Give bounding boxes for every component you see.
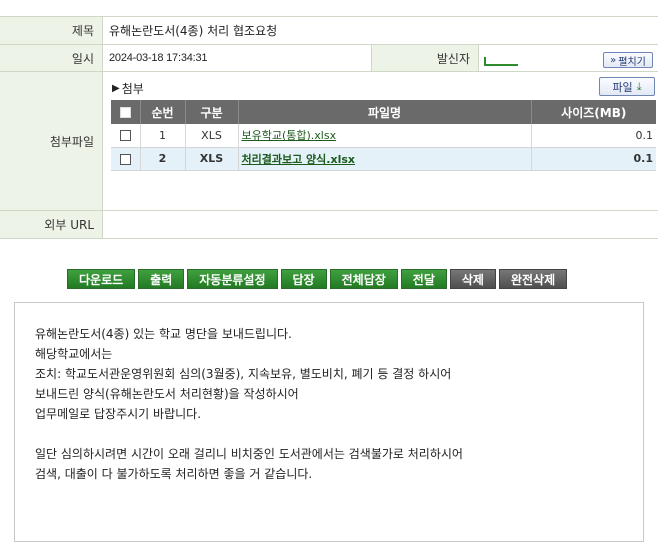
datetime-label: 일시: [0, 45, 103, 71]
external-url-value: [104, 211, 658, 238]
table-row: 2 XLS 처리결과보고 양식.xlsx 0.1: [111, 147, 656, 171]
action-bar: 다운로드 출력 자동분류설정 답장 전체답장 전달 삭제 완전삭제: [67, 269, 568, 289]
row-no: 1: [140, 124, 186, 148]
body-line: 보내드린 양식(유해논란도서 처리현황)을 작성하시어: [35, 387, 299, 401]
attachments-row: 첨부파일 ▶ 첨부 파일 ⤓ 순번 구분 파일명 사이즈(MB) 1 XLS 보…: [0, 72, 658, 211]
triangle-right-icon: ▶: [112, 83, 120, 94]
print-button[interactable]: 출력: [138, 269, 185, 289]
delete-button[interactable]: 삭제: [449, 269, 496, 289]
attachments-table: 순번 구분 파일명 사이즈(MB) 1 XLS 보유학교(통합).xlsx 0.…: [111, 100, 656, 171]
body-line: 일단 심의하시려면 시간이 오래 걸리니 비치중인 도서관에서는 검색불가로 처…: [35, 447, 463, 461]
download-button[interactable]: 다운로드: [67, 269, 136, 289]
body-line: 해당학교에서는: [35, 347, 113, 361]
reply-all-button[interactable]: 전체답장: [329, 269, 398, 289]
subject-value: 유해논란도서(4종) 처리 협조요청: [109, 24, 278, 38]
permanent-delete-button[interactable]: 완전삭제: [498, 269, 568, 289]
message-body: 유해논란도서(4종) 있는 학교 명단을 보내드립니다. 해당학교에서는 조치:…: [14, 302, 644, 542]
datetime-value: 2024-03-18 17:34:31: [109, 52, 208, 64]
col-header-type: 구분: [185, 100, 239, 124]
row-checkbox-cell[interactable]: [111, 147, 141, 171]
file-button[interactable]: 파일 ⤓: [599, 77, 655, 96]
attachments-title-text: 첨부: [121, 82, 144, 96]
body-line: 검색, 대출이 다 불가하도록 처리하면 좋을 거 같습니다.: [35, 467, 313, 481]
row-type: XLS: [185, 147, 239, 171]
select-all-checkbox[interactable]: [119, 107, 131, 118]
file-link[interactable]: 보유학교(통합).xlsx: [242, 129, 337, 142]
file-button-label: 파일: [612, 80, 633, 94]
double-chevron-down-icon: »: [610, 54, 617, 66]
row-checkbox[interactable]: [119, 130, 131, 142]
row-checkbox[interactable]: [119, 153, 131, 165]
forward-button[interactable]: 전달: [400, 269, 447, 289]
row-filename-cell: 처리결과보고 양식.xlsx: [238, 147, 532, 171]
sender-label: 발신자: [371, 45, 479, 71]
col-header-size: 사이즈(MB): [531, 100, 656, 124]
row-size: 0.1: [531, 124, 656, 148]
row-checkbox-cell[interactable]: [111, 124, 141, 148]
table-row: 1 XLS 보유학교(통합).xlsx 0.1: [111, 124, 656, 148]
row-no: 2: [140, 147, 186, 171]
external-url-row: 외부 URL: [0, 211, 658, 239]
unfold-button[interactable]: » 펼치기: [603, 52, 653, 68]
col-header-filename: 파일명: [238, 100, 532, 124]
row-type: XLS: [185, 124, 239, 148]
body-line: 조치: 학교도서관운영위원회 심의(3월중), 지속보유, 별도비치, 폐기 등…: [35, 367, 452, 381]
download-icon: ⤓: [636, 79, 642, 93]
sender-value[interactable]: [484, 57, 518, 66]
datetime-row: 일시 2024-03-18 17:34:31 발신자 » 펼치기: [0, 45, 658, 72]
file-link[interactable]: 처리결과보고 양식.xlsx: [242, 153, 355, 166]
attachments-label: 첨부파일: [0, 72, 103, 210]
body-line: 업무메일로 답장주시기 바랍니다.: [35, 407, 202, 421]
row-size: 0.1: [531, 147, 656, 171]
auto-classify-button[interactable]: 자동분류설정: [187, 269, 278, 289]
unfold-button-label: 펼치기: [618, 56, 646, 68]
reply-button[interactable]: 답장: [280, 269, 327, 289]
external-url-label: 외부 URL: [0, 211, 103, 238]
select-all-cell[interactable]: [111, 100, 141, 124]
attachments-title: ▶ 첨부: [112, 80, 144, 97]
body-line: 유해논란도서(4종) 있는 학교 명단을 보내드립니다.: [35, 327, 292, 341]
subject-label: 제목: [0, 17, 103, 44]
attachments-header-row: 순번 구분 파일명 사이즈(MB): [111, 100, 656, 124]
subject-row: 제목 유해논란도서(4종) 처리 협조요청: [0, 16, 658, 45]
col-header-no: 순번: [140, 100, 186, 124]
row-filename-cell: 보유학교(통합).xlsx: [238, 124, 532, 148]
